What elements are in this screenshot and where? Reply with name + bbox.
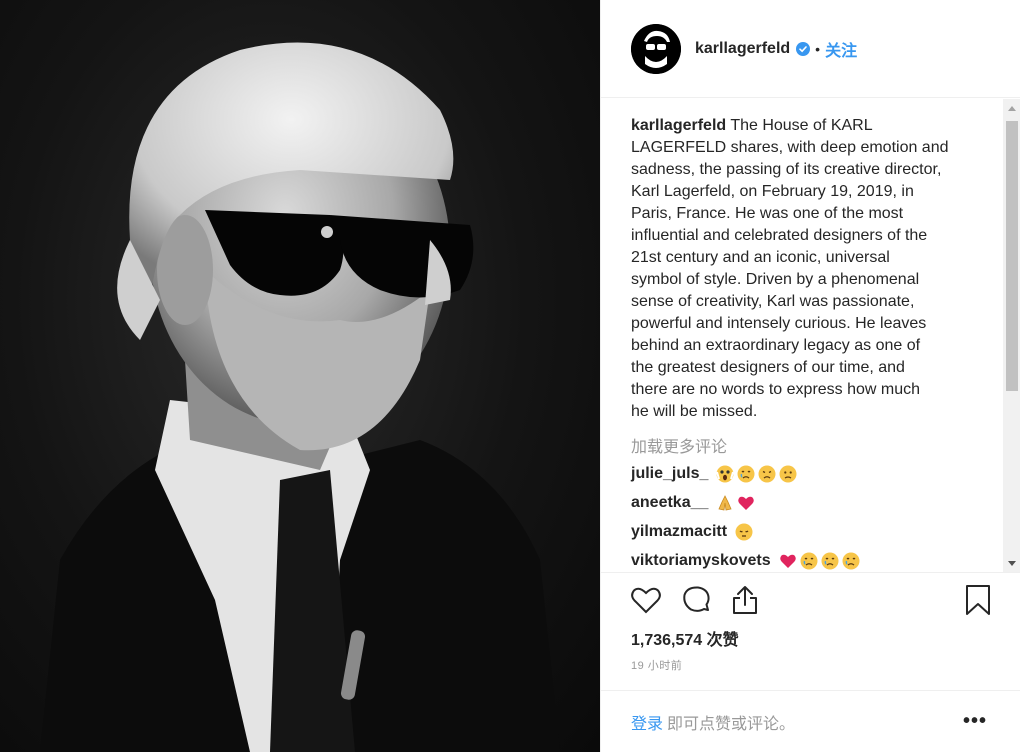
pray-emoji-icon [718,495,732,511]
scrollbar-thumb[interactable] [1006,121,1018,391]
share-button[interactable] [728,583,762,617]
separator-dot: • [815,40,821,57]
caption-line: 21st century and an iconic, universal [631,249,890,266]
scroll-down-arrow-icon[interactable] [1003,555,1020,572]
scream-emoji-icon [716,465,735,483]
comment-button[interactable] [679,583,713,617]
comment-item: julie_juls_ [631,465,800,483]
comments-scrollbar[interactable] [1003,99,1020,572]
more-options-button[interactable]: ••• [963,711,987,731]
like-count[interactable]: 1,736,574 次赞 [631,626,739,650]
caption-line: behind an extraordinary legacy as one of [631,337,921,354]
cry-emoji-icon [842,552,860,570]
avatar-image [631,23,681,74]
login-prompt-footer: 登录 即可点赞或评论。 ••• [601,690,1020,752]
login-link[interactable]: 登录 [631,710,663,734]
pensive-emoji-icon [735,523,753,541]
avatar[interactable] [631,23,681,74]
heart-emoji-icon [779,554,796,568]
caption-line: sadness, the passing of its creative dir… [631,161,942,178]
portrait-illustration [40,42,560,752]
scroll-up-arrow-icon[interactable] [1003,99,1020,117]
comment-username[interactable]: aneetka__ [631,494,708,512]
bookmark-icon [966,585,990,615]
cry-emoji-icon [737,465,755,483]
post-caption: karllagerfeld The House of KARL LAGERFEL… [631,115,971,423]
like-button[interactable] [629,583,663,617]
post-photo [0,0,600,752]
caption-line: LAGERFELD shares, with deep emotion and [631,139,949,156]
comment-item: aneetka__ [631,494,758,512]
post-header: karllagerfeld • 关注 [601,0,1020,98]
comment-username[interactable]: julie_juls_ [631,465,708,483]
save-button[interactable] [961,583,995,617]
login-prompt-text: 即可点赞或评论。 [667,715,796,733]
post-actions-bar [631,583,993,619]
header-username[interactable]: karllagerfeld [695,40,790,58]
caption-line: Paris, France. He was one of the most [631,205,904,222]
caption-line: symbol of style. Driven by a phenomenal [631,271,920,288]
worried-emoji-icon [779,465,797,483]
speech-bubble-icon [683,586,710,612]
comment-username[interactable]: yilmazmacitt [631,523,727,541]
caption-username[interactable]: karllagerfeld [631,117,726,134]
sad-emoji-icon [758,465,776,483]
follow-button[interactable]: 关注 [825,37,857,61]
share-icon [733,586,757,614]
heart-outline-icon [631,587,661,614]
load-more-comments-link[interactable]: 加载更多评论 [631,433,727,457]
caption-line: powerful and intensely curious. He leave… [631,315,927,332]
cry-emoji-icon [821,552,839,570]
caption-line: Karl Lagerfeld, on February 19, 2019, in [631,183,914,200]
caption-line: he will be missed. [631,403,758,420]
caption-line: influential and celebrated designers of … [631,227,928,244]
post-timestamp[interactable]: 19 小时前 [631,657,682,673]
comment-username[interactable]: viktoriamyskovets [631,552,771,570]
heart-emoji-icon [738,496,755,510]
caption-line: sense of creativity, Karl was passionate… [631,293,915,310]
comment-item: viktoriamyskovets [631,552,863,570]
caption-line: The House of KARL [726,117,873,134]
verified-badge-icon [796,41,811,56]
post-detail-panel: karllagerfeld • 关注 karllagerfeld The Hou… [600,0,1020,752]
cry-emoji-icon [800,552,818,570]
caption-line: there are no words to express how much [631,381,921,398]
comment-item: yilmazmacitt [631,523,756,541]
caption-line: the greatest designers of our time, and [631,359,905,376]
comments-scroll-area[interactable]: karllagerfeld The House of KARL LAGERFEL… [601,99,1020,573]
